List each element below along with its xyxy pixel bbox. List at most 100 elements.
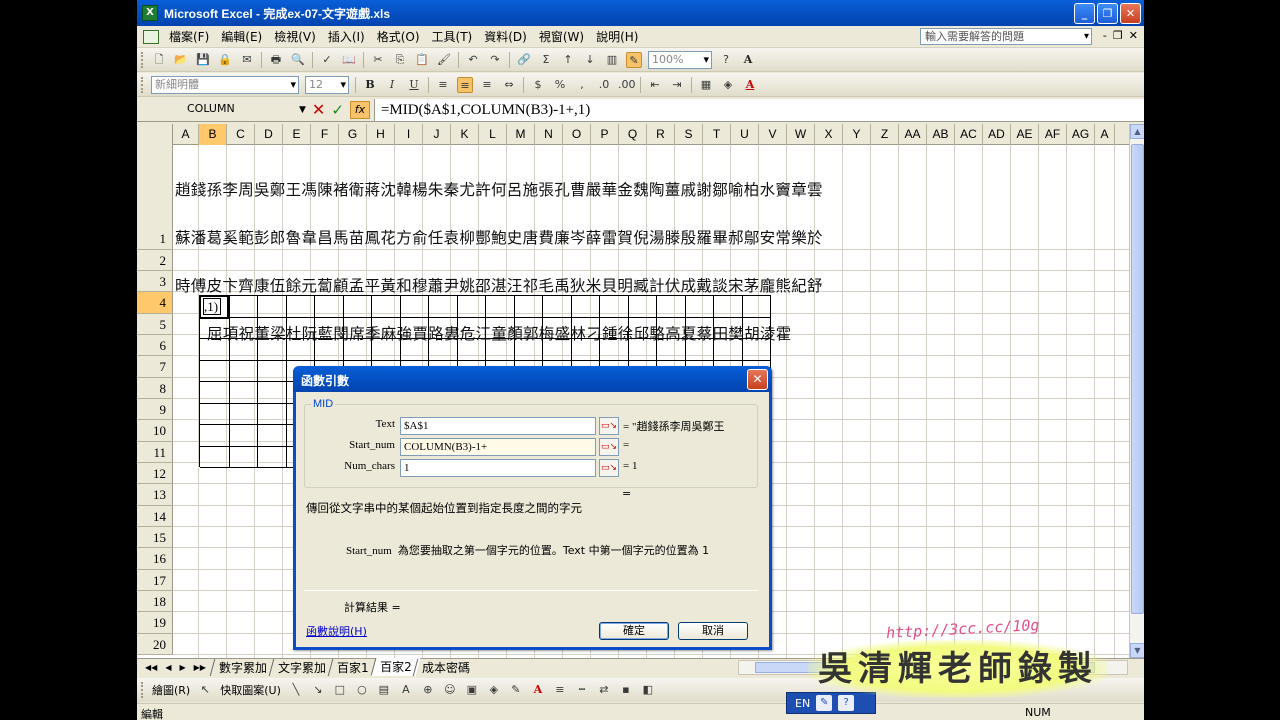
help-icon[interactable]: ? (718, 52, 734, 68)
column-header[interactable]: O (563, 124, 591, 145)
column-header[interactable]: F (311, 124, 339, 145)
menu-window[interactable]: 視窗(W) (533, 28, 590, 45)
column-header[interactable]: AB (927, 124, 955, 145)
research-icon[interactable]: 📖 (341, 52, 357, 68)
italic-button[interactable]: I (384, 77, 400, 93)
clipart-icon[interactable]: ☺ (442, 682, 458, 698)
copy-icon[interactable]: ⎘ (392, 52, 408, 68)
workbook-minimize-button[interactable]: - (1103, 29, 1107, 42)
autoshapes-button[interactable]: 快取圖案(U) (220, 682, 281, 698)
increase-indent-icon[interactable]: ⇥ (669, 77, 685, 93)
column-header[interactable]: V (759, 124, 787, 145)
line-color-icon[interactable]: ✎ (508, 682, 524, 698)
cut-icon[interactable]: ✂ (370, 52, 386, 68)
scroll-down-icon[interactable]: ▼ (1130, 643, 1144, 658)
prev-sheet-icon[interactable]: ◀ (165, 663, 171, 672)
help-search-input[interactable]: 輸入需要解答的問題 (920, 28, 1092, 45)
collapse-dialog-icon[interactable]: ▭↘ (599, 417, 619, 435)
arrow-icon[interactable]: ↘ (310, 682, 326, 698)
column-header[interactable]: C (227, 124, 255, 145)
row-header[interactable]: 7 (137, 356, 173, 378)
bold-button[interactable]: B (362, 77, 378, 93)
font-name-select[interactable]: 新細明體 (151, 75, 299, 94)
row-header[interactable]: 15 (137, 527, 173, 548)
vertical-scrollbar[interactable]: ▲ ▼ (1129, 124, 1144, 658)
close-button[interactable]: ✕ (1120, 3, 1141, 24)
drawing-icon[interactable]: ✎ (626, 51, 642, 68)
3d-icon[interactable]: ◧ (640, 682, 656, 698)
sort-descending-icon[interactable]: ↓ (582, 52, 598, 68)
row-header[interactable]: 18 (137, 591, 173, 612)
column-header[interactable]: AE (1011, 124, 1039, 145)
row-header[interactable]: 13 (137, 484, 173, 506)
cancel-formula-icon[interactable]: ✕ (312, 100, 325, 119)
column-header[interactable]: U (731, 124, 759, 145)
arg-input-num-chars[interactable]: 1 (400, 459, 596, 477)
insert-function-button[interactable]: fx (349, 100, 370, 119)
menu-edit[interactable]: 編輯(E) (215, 28, 268, 45)
dialog-close-button[interactable]: ✕ (747, 369, 768, 390)
menu-data[interactable]: 資料(D) (478, 28, 533, 45)
decrease-decimal-icon[interactable]: .00 (618, 77, 636, 93)
textbox-icon[interactable]: ▤ (376, 682, 392, 698)
sheet-tab-cost-code[interactable]: 成本密碼 (412, 658, 479, 676)
borders-icon[interactable]: ▦ (698, 77, 714, 93)
sheet-tab-baijia1[interactable]: 百家1 (327, 658, 377, 676)
name-box[interactable]: COLUMN (139, 100, 299, 119)
rectangle-icon[interactable]: □ (332, 682, 348, 698)
active-cell-b4[interactable]: ,1) (199, 295, 229, 319)
last-sheet-icon[interactable]: ▶▶ (194, 663, 206, 672)
column-header[interactable]: A (1095, 124, 1115, 145)
arrow-style-icon[interactable]: ⇄ (596, 682, 612, 698)
toolbar-grip[interactable] (141, 51, 144, 68)
row-header[interactable]: 17 (137, 570, 173, 591)
enter-formula-icon[interactable]: ✓ (331, 101, 344, 119)
save-icon[interactable]: 💾 (195, 52, 211, 68)
column-header[interactable]: P (591, 124, 619, 145)
column-header[interactable]: AD (983, 124, 1011, 145)
excel-app-icon[interactable]: X (142, 5, 158, 21)
spelling-icon[interactable]: ✓ (319, 52, 335, 68)
column-header[interactable]: Q (619, 124, 647, 145)
name-box-dropdown-icon[interactable]: ▼ (299, 105, 306, 115)
toolbar-grip[interactable] (141, 682, 144, 698)
dialog-title-bar[interactable]: 函數引數 ✕ (293, 366, 772, 392)
diagram-icon[interactable]: ⊕ (420, 682, 436, 698)
language-indicator[interactable]: EN (795, 697, 810, 710)
font-size-select[interactable]: 12 (305, 75, 349, 94)
function-help-link[interactable]: 函數說明(H) (306, 623, 367, 639)
select-objects-icon[interactable]: ↖ (197, 682, 213, 698)
row-header[interactable]: 19 (137, 612, 173, 634)
chart-wizard-icon[interactable]: ▥ (604, 52, 620, 68)
line-style-icon[interactable]: ≡ (552, 682, 568, 698)
fill-bucket-icon[interactable]: ◈ (486, 682, 502, 698)
row-header[interactable]: 11 (137, 442, 173, 463)
shadow-icon[interactable]: ▪ (618, 682, 634, 698)
format-painter-icon[interactable]: 🖌 (436, 52, 452, 68)
scroll-up-icon[interactable]: ▲ (1130, 124, 1144, 139)
column-header[interactable]: J (423, 124, 451, 145)
email-icon[interactable]: ✉ (239, 52, 255, 68)
collapse-dialog-icon[interactable]: ▭↘ (599, 438, 619, 456)
align-center-icon[interactable]: ≡ (457, 76, 473, 93)
sort-ascending-icon[interactable]: ↑ (560, 52, 576, 68)
row-header[interactable]: 8 (137, 378, 173, 399)
ok-button[interactable]: 確定 (599, 622, 669, 640)
column-header[interactable]: I (395, 124, 423, 145)
percent-button[interactable]: % (552, 77, 568, 93)
new-icon[interactable]: 🗋 (151, 52, 167, 68)
menu-view[interactable]: 檢視(V) (268, 28, 322, 45)
column-header[interactable]: K (451, 124, 479, 145)
column-header[interactable]: B (199, 124, 227, 145)
column-header[interactable]: G (339, 124, 367, 145)
column-header[interactable]: N (535, 124, 563, 145)
zoom-select[interactable]: 100% (648, 50, 712, 69)
minimize-button[interactable]: _ (1074, 3, 1095, 24)
draw-font-color-icon[interactable]: A (530, 682, 546, 698)
workbook-icon[interactable] (143, 29, 159, 44)
row-header[interactable]: 4 (137, 292, 173, 314)
paste-icon[interactable]: 📋 (414, 52, 430, 68)
column-header[interactable]: X (815, 124, 843, 145)
workbook-restore-button[interactable]: ❐ (1113, 29, 1123, 42)
picture-icon[interactable]: ▣ (464, 682, 480, 698)
